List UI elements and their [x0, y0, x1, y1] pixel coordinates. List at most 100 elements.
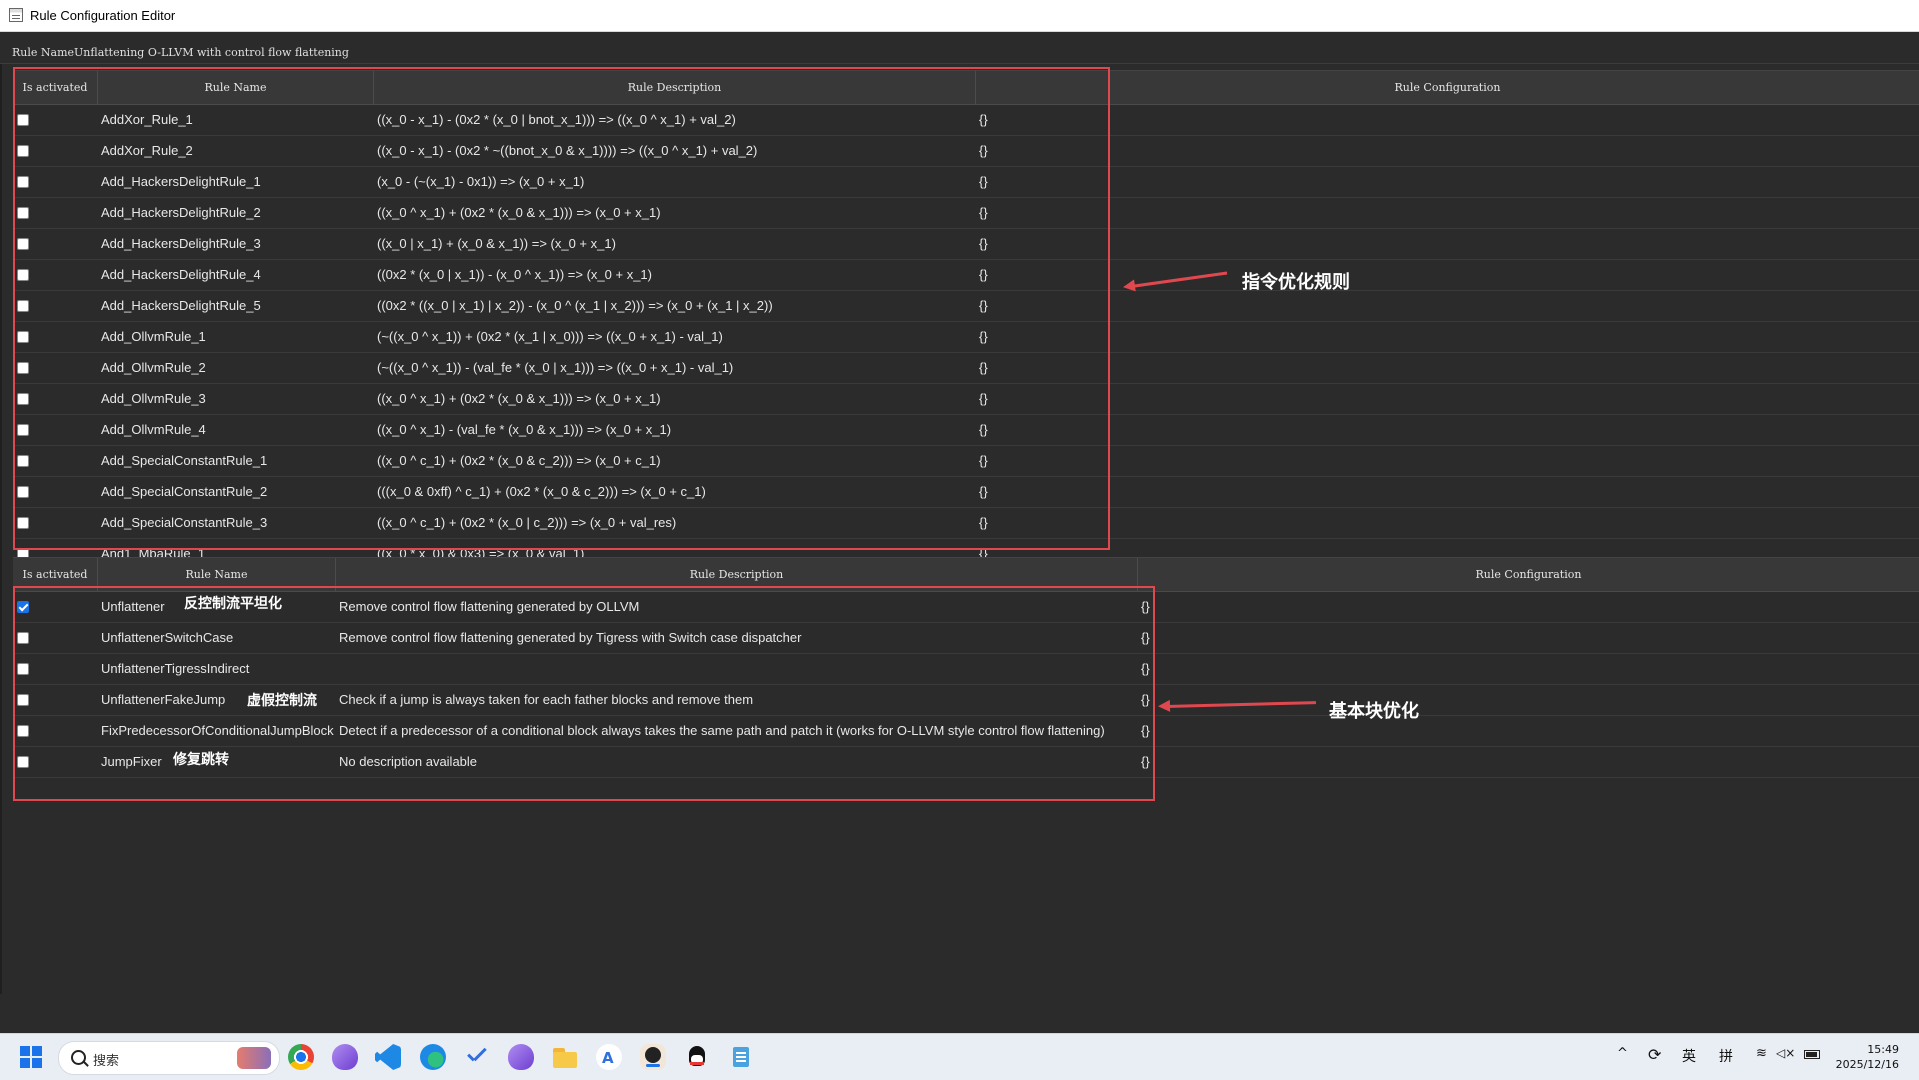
table-row[interactable]: Add_SpecialConstantRule_1 ((x_0 ^ c_1) + … — [13, 446, 1919, 477]
volume-muted-icon[interactable]: ◁× — [1776, 1046, 1795, 1060]
rule-name-cell[interactable]: Add_OllvmRule_1 — [101, 322, 371, 352]
rule-description-cell[interactable]: ((0x2 * ((x_0 | x_1) | x_2)) - (x_0 ^ (x… — [377, 291, 973, 321]
activated-checkbox[interactable] — [17, 176, 29, 188]
rule-configuration-cell[interactable]: {} — [979, 105, 1079, 135]
activated-checkbox[interactable] — [17, 663, 29, 675]
table-row[interactable]: Add_HackersDelightRule_4 ((0x2 * (x_0 | x… — [13, 260, 1919, 291]
activated-checkbox[interactable] — [17, 207, 29, 219]
rule-name-cell[interactable]: Add_HackersDelightRule_2 — [101, 198, 371, 228]
activated-checkbox[interactable] — [17, 269, 29, 281]
ida-alt-icon[interactable] — [508, 1044, 534, 1070]
table-row[interactable]: Add_OllvmRule_3 ((x_0 ^ x_1) + (0x2 * (x_… — [13, 384, 1919, 415]
table-row[interactable]: Add_SpecialConstantRule_2 (((x_0 & 0xff) … — [13, 477, 1919, 508]
rule-configuration-cell[interactable]: {} — [1141, 747, 1201, 777]
column-header-rule-description[interactable]: Rule Description — [374, 71, 976, 104]
rule-configuration-cell[interactable]: {} — [979, 384, 1079, 414]
activated-checkbox[interactable] — [17, 424, 29, 436]
column-header-rule-name[interactable]: Rule Name — [98, 558, 336, 591]
rule-name-cell[interactable]: UnflattenerTigressIndirect — [101, 654, 341, 684]
rule-name-cell[interactable]: AddXor_Rule_1 — [101, 105, 371, 135]
rule-configuration-cell[interactable]: {} — [1141, 685, 1201, 715]
app-store-icon[interactable]: A — [596, 1044, 622, 1070]
taskbar-clock[interactable]: 15:49 2025/12/16 — [1836, 1042, 1899, 1072]
table-row[interactable]: AddXor_Rule_2 ((x_0 - x_1) - (0x2 * ~((bn… — [13, 136, 1919, 167]
file-explorer-icon[interactable] — [552, 1044, 578, 1070]
wifi-icon[interactable]: ≋ — [1756, 1046, 1767, 1061]
qq-icon[interactable] — [684, 1044, 710, 1070]
rule-description-cell[interactable]: ((x_0 ^ x_1) + (0x2 * (x_0 & x_1))) => (… — [377, 384, 973, 414]
rule-description-cell[interactable]: No description available — [339, 747, 1135, 777]
table-row[interactable]: Add_HackersDelightRule_2 ((x_0 ^ x_1) + (… — [13, 198, 1919, 229]
rule-configuration-cell[interactable]: {} — [979, 167, 1079, 197]
rule-configuration-cell[interactable]: {} — [979, 353, 1079, 383]
rule-name-cell[interactable]: Add_OllvmRule_4 — [101, 415, 371, 445]
rule-configuration-cell[interactable]: {} — [1141, 592, 1201, 622]
rule-name-cell[interactable]: Add_HackersDelightRule_3 — [101, 229, 371, 259]
column-header-rule-configuration[interactable]: Rule Configuration — [976, 71, 1919, 104]
table-row[interactable]: FixPredecessorOfConditionalJumpBlock Dete… — [13, 716, 1919, 747]
activated-checkbox[interactable] — [17, 486, 29, 498]
rule-description-cell[interactable]: Remove control flow flattening generated… — [339, 623, 1135, 653]
table-row[interactable]: UnflattenerSwitchCase Remove control flow… — [13, 623, 1919, 654]
rule-name-cell[interactable]: Add_HackersDelightRule_4 — [101, 260, 371, 290]
table-row[interactable]: Add_OllvmRule_2 (~((x_0 ^ x_1)) - (val_fe… — [13, 353, 1919, 384]
rule-name-value[interactable]: Unflattening O-LLVM with control flow fl… — [74, 46, 349, 59]
rule-configuration-cell[interactable]: {} — [979, 508, 1079, 538]
rule-name-cell[interactable]: Add_HackersDelightRule_5 — [101, 291, 371, 321]
table-row[interactable]: Add_OllvmRule_1 (~((x_0 ^ x_1)) + (0x2 * … — [13, 322, 1919, 353]
table-row[interactable]: Add_HackersDelightRule_1 (x_0 - (~(x_1) -… — [13, 167, 1919, 198]
ime-language-indicator[interactable]: 英 — [1682, 1046, 1696, 1066]
rule-configuration-cell[interactable]: {} — [1141, 716, 1201, 746]
rule-configuration-cell[interactable]: {} — [979, 322, 1079, 352]
activated-checkbox[interactable] — [17, 756, 29, 768]
rule-configuration-cell[interactable]: {} — [979, 477, 1079, 507]
activated-checkbox[interactable] — [17, 601, 29, 613]
windows-start-icon[interactable] — [20, 1046, 42, 1068]
rule-description-cell[interactable]: ((x_0 ^ c_1) + (0x2 * (x_0 | c_2))) => (… — [377, 508, 973, 538]
notepad-icon[interactable] — [728, 1044, 754, 1070]
rule-description-cell[interactable]: ((0x2 * (x_0 | x_1)) - (x_0 ^ x_1)) => (… — [377, 260, 973, 290]
activated-checkbox[interactable] — [17, 393, 29, 405]
rule-configuration-cell[interactable]: {} — [1141, 623, 1201, 653]
rule-configuration-cell[interactable]: {} — [979, 198, 1079, 228]
rule-name-cell[interactable]: Add_SpecialConstantRule_1 — [101, 446, 371, 476]
column-header-rule-description[interactable]: Rule Description — [336, 558, 1138, 591]
column-header-rule-configuration[interactable]: Rule Configuration — [1138, 558, 1919, 591]
rule-description-cell[interactable]: Check if a jump is always taken for each… — [339, 685, 1135, 715]
sync-icon[interactable]: ⟳ — [1648, 1045, 1661, 1064]
ime-mode-indicator[interactable]: 拼 — [1719, 1046, 1733, 1066]
activated-checkbox[interactable] — [17, 331, 29, 343]
activated-checkbox[interactable] — [17, 455, 29, 467]
table-row[interactable]: Add_HackersDelightRule_3 ((x_0 | x_1) + (… — [13, 229, 1919, 260]
rule-configuration-cell[interactable]: {} — [979, 415, 1079, 445]
rule-configuration-cell[interactable]: {} — [979, 446, 1079, 476]
rule-description-cell[interactable]: ((x_0 ^ x_1) + (0x2 * (x_0 & x_1))) => (… — [377, 198, 973, 228]
rule-description-cell[interactable]: ((x_0 | x_1) + (x_0 & x_1)) => (x_0 + x_… — [377, 229, 973, 259]
table-row[interactable]: Add_SpecialConstantRule_3 ((x_0 ^ c_1) + … — [13, 508, 1919, 539]
rule-name-cell[interactable]: Add_OllvmRule_2 — [101, 353, 371, 383]
table-row[interactable]: UnflattenerTigressIndirect {} — [13, 654, 1919, 685]
rule-name-cell[interactable]: FixPredecessorOfConditionalJumpBlock — [101, 716, 341, 746]
activated-checkbox[interactable] — [17, 114, 29, 126]
rule-configuration-cell[interactable]: {} — [979, 260, 1079, 290]
column-header-activated[interactable]: Is activated — [13, 558, 98, 591]
rule-description-cell[interactable]: Remove control flow flattening generated… — [339, 592, 1135, 622]
rule-description-cell[interactable]: ((x_0 ^ x_1) - (val_fe * (x_0 & x_1))) =… — [377, 415, 973, 445]
activated-checkbox[interactable] — [17, 694, 29, 706]
activated-checkbox[interactable] — [17, 300, 29, 312]
chrome-icon[interactable] — [288, 1044, 314, 1070]
rule-configuration-cell[interactable]: {} — [979, 229, 1079, 259]
activated-checkbox[interactable] — [17, 238, 29, 250]
rule-name-cell[interactable]: Add_SpecialConstantRule_2 — [101, 477, 371, 507]
rule-configuration-cell[interactable]: {} — [979, 136, 1079, 166]
taskbar-search-input[interactable]: 搜索 — [58, 1041, 280, 1075]
rule-description-cell[interactable]: ((x_0 - x_1) - (0x2 * ~((bnot_x_0 & x_1)… — [377, 136, 973, 166]
table-row[interactable]: Unflattener Remove control flow flattenin… — [13, 592, 1919, 623]
rule-name-cell[interactable]: Add_OllvmRule_3 — [101, 384, 371, 414]
edge-icon[interactable] — [420, 1044, 446, 1070]
rule-description-cell[interactable]: Detect if a predecessor of a conditional… — [339, 716, 1135, 746]
table-row[interactable]: AddXor_Rule_1 ((x_0 - x_1) - (0x2 * (x_0 … — [13, 105, 1919, 136]
todo-icon[interactable] — [463, 1044, 489, 1070]
vscode-icon[interactable] — [375, 1044, 401, 1070]
column-header-activated[interactable]: Is activated — [13, 71, 98, 104]
